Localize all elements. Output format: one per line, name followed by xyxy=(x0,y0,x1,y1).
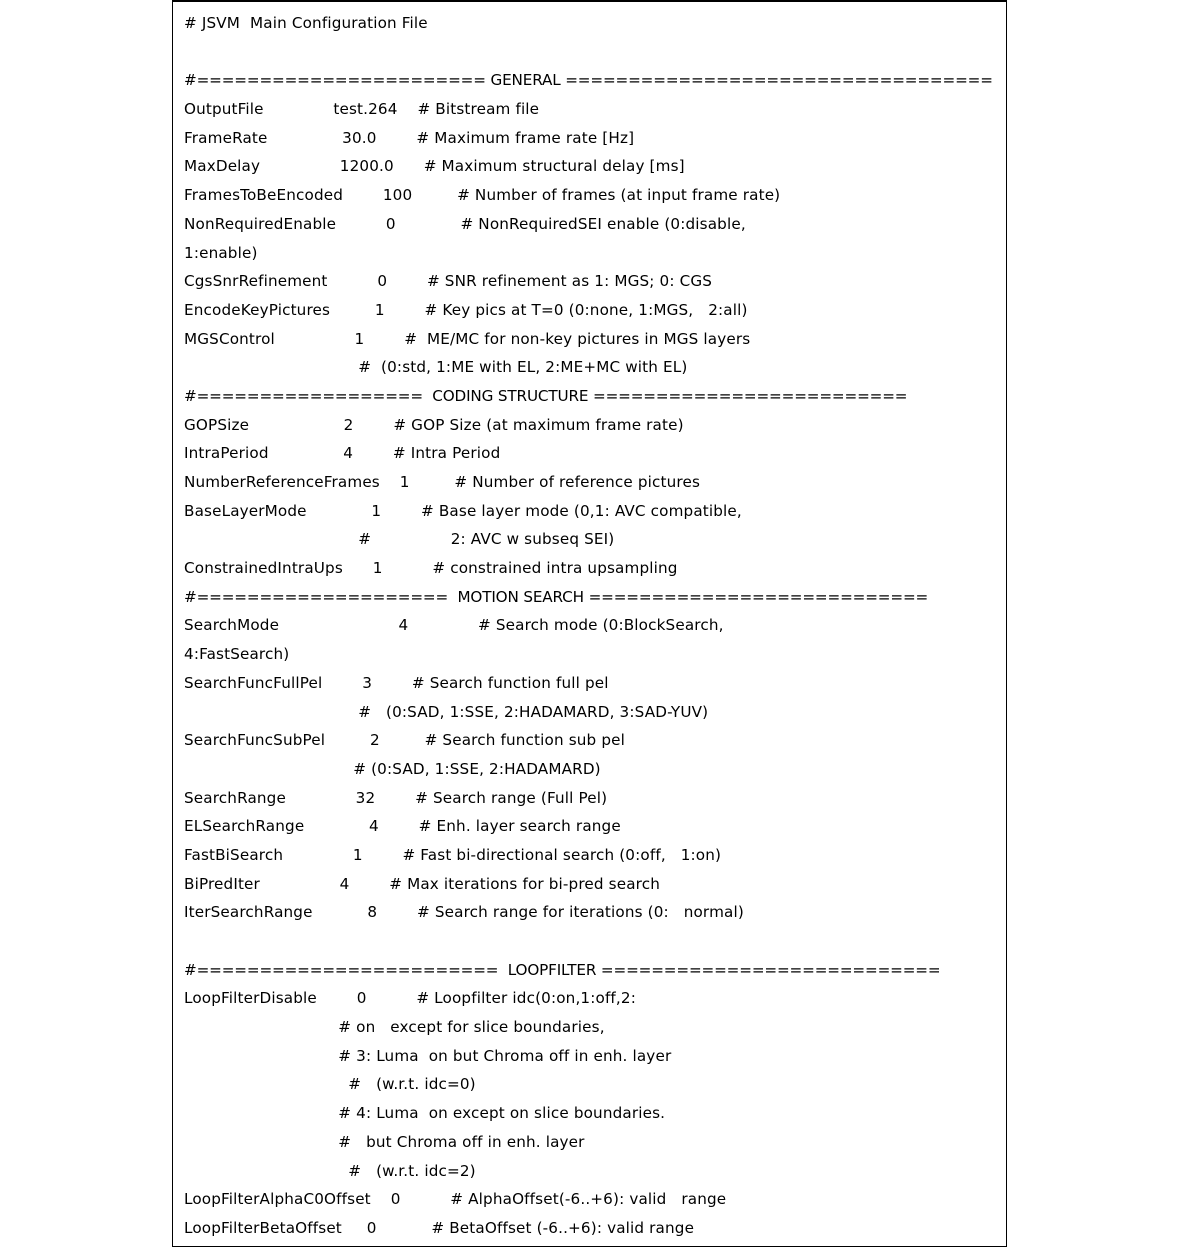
config-line-l43: LoopFilterBetaOffset 0 # BetaOffset (-6.… xyxy=(184,1218,695,1237)
config-line-l04: OutputFile test.264 # Bitstream file xyxy=(184,100,540,119)
config-line-l14: #================== CODING STRUCTURE ===… xyxy=(184,386,908,405)
config-line-l02 xyxy=(184,38,1006,67)
config-line-l22: SearchMode 4 # Search mode (0:BlockSearc… xyxy=(184,616,724,635)
config-line-l35: LoopFilterDisable 0 # Loopfilter idc(0:o… xyxy=(184,989,636,1008)
config-line-l03: #======================= GENERAL =======… xyxy=(184,71,993,90)
config-line-l05: FrameRate 30.0 # Maximum frame rate [Hz] xyxy=(184,128,635,147)
config-line-l41: # (w.r.t. idc=2) xyxy=(184,1161,476,1180)
config-line-l28: SearchRange 32 # Search range (Full Pel) xyxy=(184,788,608,807)
config-line-l36: # on except for slice boundaries, xyxy=(184,1018,605,1037)
config-line-l39: # 4: Luma on except on slice boundaries. xyxy=(184,1104,666,1123)
config-line-l40: # but Chroma off in enh. layer xyxy=(184,1132,585,1151)
config-line-l25: # (0:SAD, 1:SSE, 2:HADAMARD, 3:SAD-YUV) xyxy=(184,702,709,721)
config-line-l15: GOPSize 2 # GOP Size (at maximum frame r… xyxy=(184,415,684,434)
config-line-l19: # 2: AVC w subseq SEI) xyxy=(184,530,615,549)
config-line-l07: FramesToBeEncoded 100 # Number of frames… xyxy=(184,186,781,205)
config-line-l38: # (w.r.t. idc=0) xyxy=(184,1075,476,1094)
config-line-l08: NonRequiredEnable 0 # NonRequiredSEI ena… xyxy=(184,214,746,233)
config-line-l31: BiPredIter 4 # Max iterations for bi-pre… xyxy=(184,874,661,893)
config-line-l21: #==================== MOTION SEARCH ====… xyxy=(184,587,929,606)
config-line-l29: ELSearchRange 4 # Enh. layer search rang… xyxy=(184,817,621,836)
config-file-panel: # JSVM Main Configuration File #=========… xyxy=(172,0,1007,1247)
config-file-text[interactable]: # JSVM Main Configuration File #=========… xyxy=(173,0,1006,1243)
config-line-l26: SearchFuncSubPel 2 # Search function sub… xyxy=(184,731,625,750)
config-line-l10: CgsSnrRefinement 0 # SNR refinement as 1… xyxy=(184,272,713,291)
config-line-l11: EncodeKeyPictures 1 # Key pics at T=0 (0… xyxy=(184,300,748,319)
config-line-l13: # (0:std, 1:ME with EL, 2:ME+MC with EL) xyxy=(184,358,688,377)
config-line-l23: 4:FastSearch) xyxy=(184,645,290,664)
config-line-l42: LoopFilterAlphaC0Offset 0 # AlphaOffset(… xyxy=(184,1190,727,1209)
config-line-l34: #======================== LOOPFILTER ===… xyxy=(184,960,941,979)
config-line-l16: IntraPeriod 4 # Intra Period xyxy=(184,444,501,463)
config-line-l37: # 3: Luma on but Chroma off in enh. laye… xyxy=(184,1046,672,1065)
config-line-l09: 1:enable) xyxy=(184,243,258,262)
config-line-l24: SearchFuncFullPel 3 # Search function fu… xyxy=(184,673,609,692)
config-line-l32: IterSearchRange 8 # Search range for ite… xyxy=(184,903,744,922)
config-line-l20: ConstrainedIntraUps 1 # constrained intr… xyxy=(184,559,678,578)
config-line-l01: # JSVM Main Configuration File xyxy=(184,14,428,32)
config-line-l27: # (0:SAD, 1:SSE, 2:HADAMARD) xyxy=(184,759,601,778)
config-line-l06: MaxDelay 1200.0 # Maximum structural del… xyxy=(184,157,685,176)
config-line-l17: NumberReferenceFrames 1 # Number of refe… xyxy=(184,473,701,491)
config-line-l18: BaseLayerMode 1 # Base layer mode (0,1: … xyxy=(184,501,742,520)
config-line-l30: FastBiSearch 1 # Fast bi-directional sea… xyxy=(184,845,722,864)
config-line-l33 xyxy=(184,927,1006,956)
config-line-l12: MGSControl 1 # ME/MC for non-key picture… xyxy=(184,329,751,348)
